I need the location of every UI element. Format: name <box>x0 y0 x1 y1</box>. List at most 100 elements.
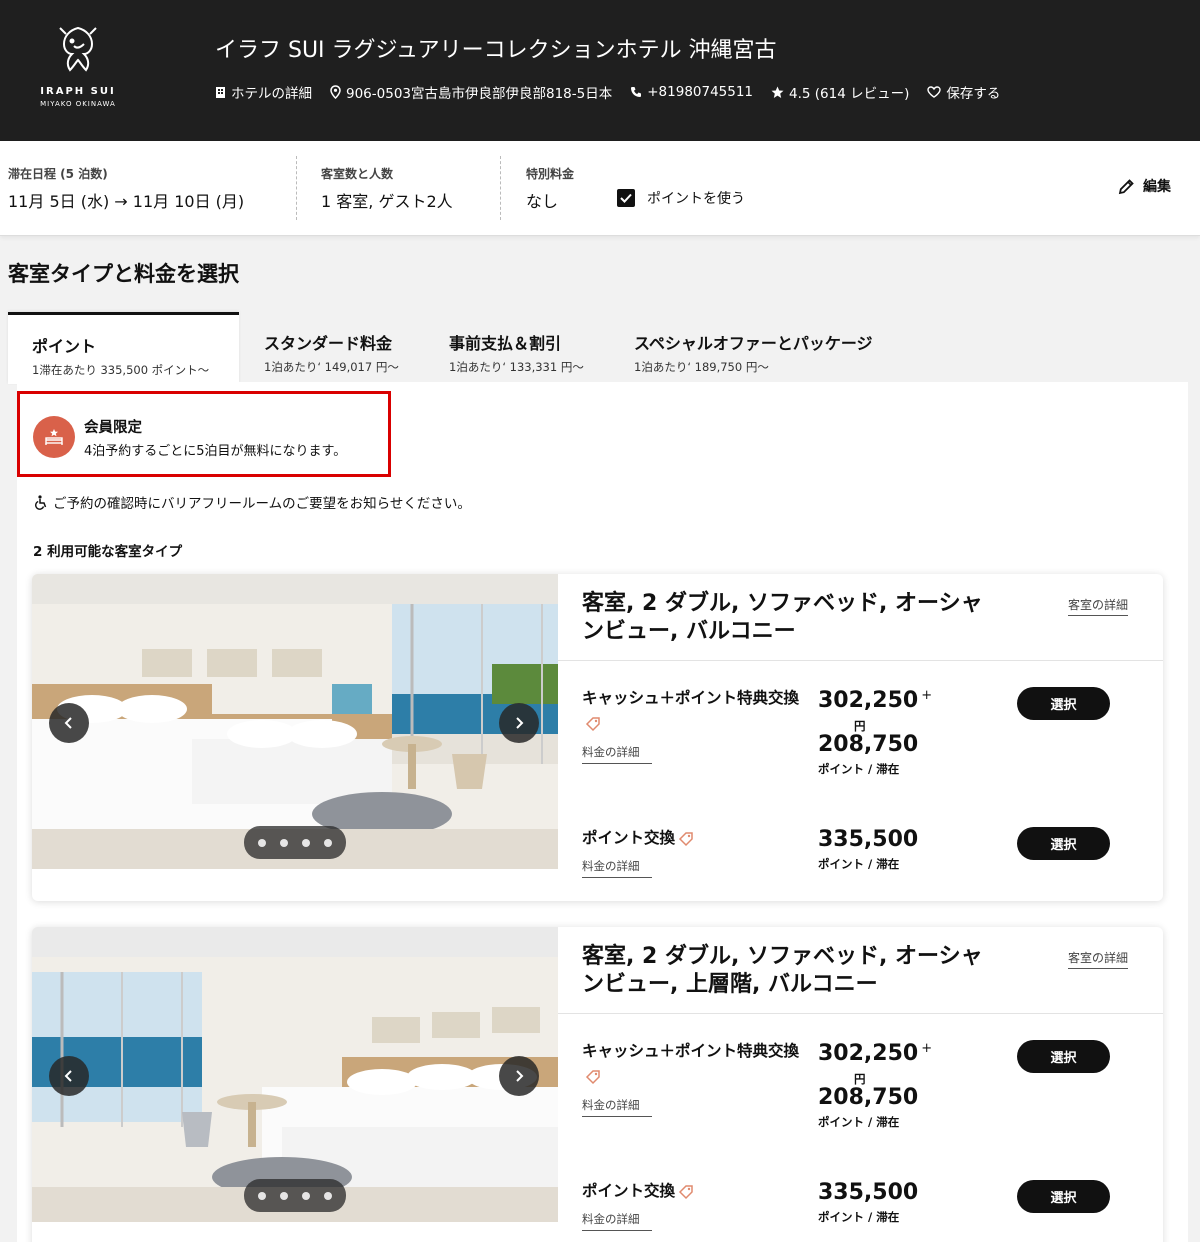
tab-subtitle: 1泊あたり‘ 189,750 円〜 <box>634 360 769 374</box>
rating-text: 4.5 (614 レビュー) <box>789 86 910 102</box>
special-rate-label: 特別料金 <box>526 167 575 181</box>
next-photo-button[interactable] <box>499 703 539 743</box>
cash-amount: 302,250 <box>818 1041 919 1066</box>
accessibility-note: ご予約の確認時にバリアフリールームのご要望をお知らせください。 <box>34 492 471 512</box>
tab-points[interactable]: ポイント 1滞在あたり 335,500 ポイント〜 <box>8 312 239 384</box>
points-amount: 208,750 <box>818 1085 919 1110</box>
rate-tabs: ポイント 1滞在あたり 335,500 ポイント〜 スタンダード料金 1泊あたり… <box>8 312 1188 384</box>
member-exclusive-banner: 会員限定 4泊予約するごとに5泊目が無料になります。 <box>17 391 391 477</box>
chevron-left-icon <box>64 717 72 729</box>
special-rate-field[interactable]: 特別料金 なし <box>526 165 574 212</box>
tab-title: ポイント <box>32 337 97 356</box>
rating-link[interactable]: 4.5 (614 レビュー) <box>771 82 909 102</box>
pagination-dot[interactable] <box>258 1191 266 1200</box>
rooms-guests-field[interactable]: 客室数と人数 1 客室, ゲスト2人 <box>321 165 453 212</box>
hotel-details-link[interactable]: ホテルの詳細 <box>215 82 312 102</box>
accessibility-text: ご予約の確認時にバリアフリールームのご要望をお知らせください。 <box>53 496 471 512</box>
plus-sign: + <box>921 1041 933 1056</box>
dates-field[interactable]: 滞在日程 (5 泊数) 11月 5日 (水) → 11月 10日 (月) <box>8 165 244 212</box>
pagination-dot[interactable] <box>258 838 266 847</box>
points-amount: 335,500 <box>818 1180 919 1205</box>
room-title: 客室, 2 ダブル, ソファベッド, オーシャンビュー, 上層階, バルコニー <box>582 944 983 997</box>
cash-amount: 302,250 <box>818 688 919 713</box>
pagination-dot[interactable] <box>324 838 332 847</box>
tab-title: スタンダード料金 <box>264 334 393 353</box>
room-photo-carousel[interactable] <box>32 927 558 1222</box>
rate-name-text: ポイント交換 <box>582 1182 676 1200</box>
star-icon <box>771 86 784 98</box>
tag-icon <box>678 1184 693 1199</box>
wheelchair-icon <box>35 494 47 510</box>
prev-photo-button[interactable] <box>49 1056 89 1096</box>
pagination-dot[interactable] <box>324 1191 332 1200</box>
rooms-label: 客室数と人数 <box>321 167 394 181</box>
tag-icon <box>678 831 693 846</box>
rate-name: ポイント交換 <box>582 826 804 851</box>
pagination-dot[interactable] <box>302 838 310 847</box>
tab-prepay-discount[interactable]: 事前支払＆割引 1泊あたり‘ 133,331 円〜 <box>425 312 609 384</box>
special-rate-value: なし <box>526 192 559 211</box>
room-photo-carousel[interactable] <box>32 574 558 869</box>
rate-details-link[interactable]: 料金の詳細 <box>582 1097 652 1117</box>
member-text: 4泊予約するごとに5泊目が無料になります。 <box>84 444 347 459</box>
hotel-details-label: ホテルの詳細 <box>231 86 312 102</box>
rate-details-link[interactable]: 料金の詳細 <box>582 1211 652 1231</box>
room-photo <box>32 927 558 1222</box>
points-unit: ポイント / 滞在 <box>818 1115 900 1129</box>
hotel-title: イラフ SUI ラグジュアリーコレクションホテル 沖縄宮古 <box>215 38 777 63</box>
tab-special-offers[interactable]: スペシャルオファーとパッケージ 1泊あたり‘ 189,750 円〜 <box>610 312 900 384</box>
pencil-icon <box>1118 178 1134 194</box>
points-amount: 208,750 <box>818 732 919 757</box>
dragon-logo-icon <box>59 26 97 72</box>
logo-line2: MIYAKO OKINAWA <box>40 100 116 108</box>
phone-link[interactable]: +81980745511 <box>630 82 753 102</box>
rate-name-text: ポイント交換 <box>582 829 676 847</box>
chevron-right-icon <box>516 717 524 729</box>
tab-title: スペシャルオファーとパッケージ <box>634 334 873 353</box>
pagination-dot[interactable] <box>302 1191 310 1200</box>
pagination-dot[interactable] <box>280 1191 288 1200</box>
points-unit: ポイント / 滞在 <box>818 1210 900 1224</box>
select-rate-button[interactable]: 選択 <box>1017 687 1110 720</box>
chevron-left-icon <box>64 1070 72 1082</box>
pagination-dot[interactable] <box>280 838 288 847</box>
dates-label: 滞在日程 (5 泊数) <box>8 167 108 181</box>
rate-name: ポイント交換 <box>582 1179 804 1204</box>
map-pin-icon <box>330 85 341 99</box>
tab-subtitle: 1滞在あたり 335,500 ポイント〜 <box>32 363 210 377</box>
rate-name: キャッシュ＋ポイント特典交換 <box>582 686 804 736</box>
rate-details-link[interactable]: 料金の詳細 <box>582 858 652 878</box>
points-unit: ポイント / 滞在 <box>818 857 900 871</box>
checkbox-checked-icon[interactable] <box>617 189 635 207</box>
divider <box>558 1013 1163 1014</box>
room-details-link[interactable]: 客室の詳細 <box>1068 949 1129 969</box>
tab-standard-rate[interactable]: スタンダード料金 1泊あたり‘ 149,017 円〜 <box>240 312 424 384</box>
save-label: 保存する <box>946 86 1001 102</box>
tab-subtitle: 1泊あたり‘ 133,331 円〜 <box>449 360 584 374</box>
heart-icon <box>927 86 942 98</box>
hotel-logo[interactable]: IRAPH SUI MIYAKO OKINAWA <box>32 24 124 116</box>
select-rate-button[interactable]: 選択 <box>1017 827 1110 860</box>
points-amount: 335,500 <box>818 827 919 852</box>
select-rate-button[interactable]: 選択 <box>1017 1040 1110 1073</box>
member-offer-icon <box>33 416 75 458</box>
use-points-checkbox[interactable]: ポイントを使う <box>617 188 745 208</box>
next-photo-button[interactable] <box>499 1056 539 1096</box>
tag-icon <box>585 716 600 731</box>
address-link[interactable]: 906-0503宮古島市伊良部伊良部818-5日本 <box>330 82 612 102</box>
cash-price: 302,250 + <box>818 688 932 713</box>
phone-icon <box>631 87 642 97</box>
room-details-link[interactable]: 客室の詳細 <box>1068 596 1129 616</box>
building-icon <box>216 86 225 98</box>
room-title: 客室, 2 ダブル, ソファベッド, オーシャンビュー, バルコニー <box>582 591 983 644</box>
hotel-meta: ホテルの詳細 906-0503宮古島市伊良部伊良部818-5日本 +819807… <box>215 82 1018 102</box>
prev-photo-button[interactable] <box>49 703 89 743</box>
room-photo <box>32 574 558 869</box>
save-hotel-button[interactable]: 保存する <box>927 82 1000 102</box>
rate-details-link[interactable]: 料金の詳細 <box>582 744 652 764</box>
edit-label: 編集 <box>1143 179 1171 195</box>
room-card: 客室, 2 ダブル, ソファベッド, オーシャンビュー, 上層階, バルコニー … <box>32 927 1163 1242</box>
select-rate-button[interactable]: 選択 <box>1017 1180 1110 1213</box>
edit-search-button[interactable]: 編集 <box>1118 176 1171 196</box>
divider <box>296 156 297 220</box>
